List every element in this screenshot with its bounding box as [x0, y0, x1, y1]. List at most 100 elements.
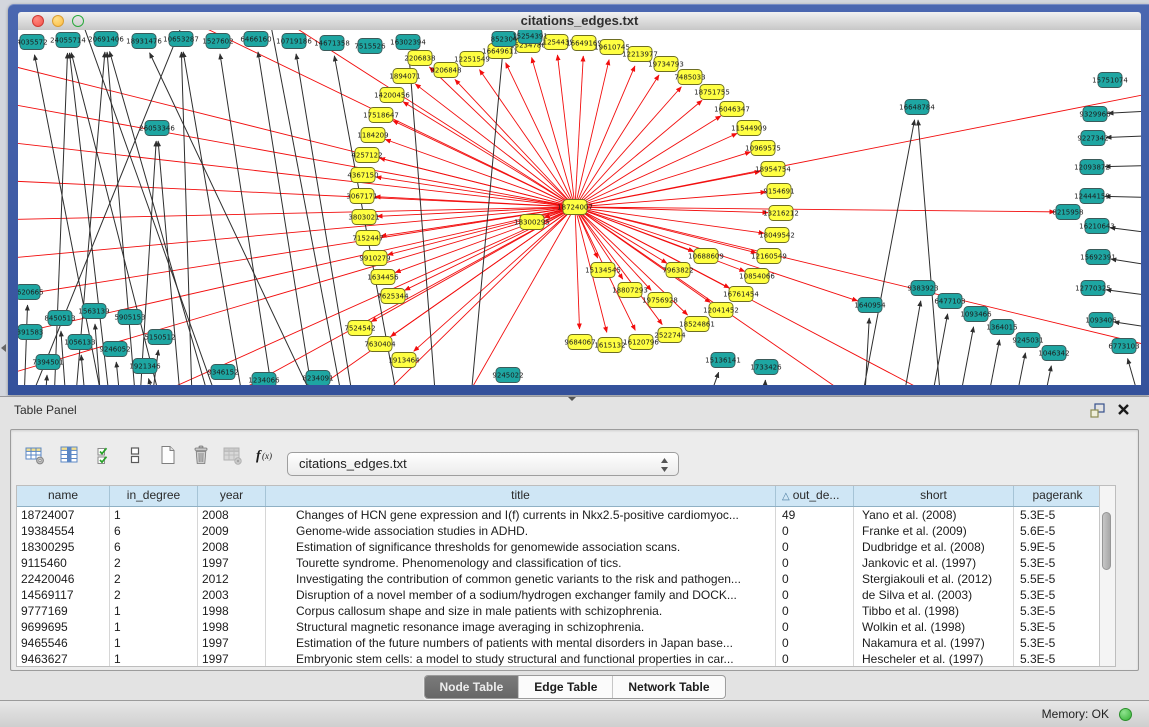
- graph-node[interactable]: 9684067: [564, 335, 595, 350]
- graph-node[interactable]: 1093406: [1085, 313, 1117, 328]
- graph-node[interactable]: 8450513: [44, 311, 75, 326]
- table-row[interactable]: 1872400712008Changes of HCN gene express…: [17, 507, 1115, 523]
- graph-edge[interactable]: [18, 207, 575, 260]
- float-panel-icon[interactable]: [1089, 403, 1107, 419]
- graph-node[interactable]: 9329966: [1079, 107, 1111, 122]
- graph-node[interactable]: 1921346: [129, 359, 161, 374]
- selection-mode-icon[interactable]: [89, 440, 121, 470]
- graph-node[interactable]: 2522744: [654, 328, 686, 343]
- graph-node[interactable]: 1634456: [367, 270, 399, 285]
- graph-node[interactable]: 12041452: [703, 303, 739, 318]
- tab-node-table[interactable]: Node Table: [424, 676, 518, 698]
- graph-node[interactable]: 13216212: [763, 206, 799, 221]
- graph-node[interactable]: 1563139: [78, 304, 109, 319]
- graph-node[interactable]: 18049542: [759, 228, 795, 243]
- graph-edge[interactable]: [268, 30, 348, 385]
- graph-edge[interactable]: [415, 84, 575, 207]
- graph-node[interactable]: 1234066: [248, 373, 280, 386]
- graph-node[interactable]: 1894071: [389, 69, 420, 84]
- graph-node[interactable]: 1184209: [357, 128, 388, 143]
- graph-node[interactable]: 3803021: [348, 210, 379, 225]
- graph-node[interactable]: 5905153: [114, 310, 145, 325]
- graph-node[interactable]: 20691406: [88, 32, 124, 47]
- graph-edge[interactable]: [575, 207, 580, 329]
- graph-node[interactable]: 10854066: [739, 269, 775, 284]
- table-row[interactable]: 1938455462009Genome-wide association stu…: [17, 523, 1115, 539]
- graph-node[interactable]: 1733426: [750, 360, 782, 375]
- graph-edge[interactable]: [1114, 322, 1141, 330]
- table-mode-icon[interactable]: [19, 440, 51, 470]
- function-builder-icon[interactable]: f (x): [251, 440, 283, 470]
- graph-edge[interactable]: [575, 152, 751, 207]
- graph-edge[interactable]: [1106, 135, 1141, 137]
- graph-node[interactable]: 18931476: [126, 34, 162, 49]
- graph-node[interactable]: 9346152: [207, 365, 238, 380]
- graph-node[interactable]: 19734793: [648, 57, 684, 72]
- graph-edge[interactable]: [455, 79, 575, 207]
- graph-node[interactable]: 18751755: [694, 85, 730, 100]
- table-scrollbar[interactable]: [1099, 486, 1115, 666]
- graph-node[interactable]: 1093466: [960, 307, 992, 322]
- graph-edge[interactable]: [982, 340, 1000, 385]
- graph-edge[interactable]: [1105, 196, 1141, 198]
- graph-edge[interactable]: [183, 52, 248, 385]
- graph-node[interactable]: 24055714: [50, 33, 86, 48]
- graph-node[interactable]: 10653287: [163, 32, 199, 47]
- graph-node[interactable]: 1364015: [986, 320, 1017, 335]
- graph-edge[interactable]: [116, 362, 123, 385]
- window-titlebar[interactable]: citations_edges.txt: [18, 12, 1141, 31]
- graph-node[interactable]: 7152447: [352, 231, 383, 246]
- graph-node[interactable]: 15692391: [1080, 250, 1116, 265]
- graph-edge[interactable]: [150, 53, 328, 385]
- graph-node[interactable]: 12770325: [1075, 281, 1111, 296]
- graph-edge[interactable]: [448, 207, 575, 385]
- graph-node[interactable]: 6477103: [934, 294, 965, 309]
- graph-edge[interactable]: [1108, 110, 1141, 113]
- graph-node[interactable]: 9246052: [99, 342, 130, 357]
- graph-node[interactable]: 9910279: [359, 251, 390, 266]
- graph-node[interactable]: 12444159: [1074, 189, 1110, 204]
- graph-node[interactable]: 15134545: [585, 263, 621, 278]
- graph-edge[interactable]: [81, 355, 88, 385]
- graph-node[interactable]: 391583: [18, 325, 43, 340]
- graph-node[interactable]: 6773103: [1108, 339, 1139, 354]
- graph-node[interactable]: 8215958: [1052, 205, 1083, 220]
- column-header-pagerank[interactable]: pagerank: [1014, 486, 1102, 506]
- graph-node[interactable]: 7963822: [662, 263, 693, 278]
- memory-ok-indicator-icon[interactable]: [1119, 708, 1132, 721]
- graph-edge[interactable]: [1128, 358, 1141, 385]
- graph-node[interactable]: 9383923: [907, 281, 938, 296]
- graph-edge[interactable]: [18, 207, 575, 300]
- graph-node[interactable]: 16761454: [723, 287, 759, 302]
- column-header-title[interactable]: title: [266, 486, 776, 506]
- graph-edge[interactable]: [1038, 366, 1051, 385]
- graph-edge[interactable]: [863, 318, 869, 385]
- graph-node[interactable]: 3067171: [346, 189, 377, 204]
- graph-edge[interactable]: [53, 53, 68, 385]
- row-height-icon[interactable]: [119, 440, 151, 470]
- column-header-short[interactable]: short: [854, 486, 1014, 506]
- graph-node[interactable]: 14200456: [374, 88, 410, 103]
- graph-edge[interactable]: [856, 120, 915, 385]
- graph-edge[interactable]: [23, 305, 28, 385]
- graph-edge[interactable]: [918, 120, 943, 385]
- graph-edge[interactable]: [258, 52, 318, 385]
- graph-edge[interactable]: [18, 207, 575, 220]
- split-divider-grip-icon[interactable]: [568, 397, 576, 401]
- graph-node[interactable]: 5150512: [144, 330, 175, 345]
- graph-node[interactable]: 15136141: [705, 353, 741, 368]
- table-row[interactable]: 946554611997Estimation of the future num…: [17, 635, 1115, 651]
- graph-edge[interactable]: [575, 207, 764, 233]
- graph-edge[interactable]: [1010, 353, 1025, 385]
- graph-edge[interactable]: [107, 52, 138, 385]
- column-header-year[interactable]: year: [198, 486, 266, 506]
- collapse-panel-grip-icon[interactable]: [1, 344, 6, 352]
- column-header-out-degree[interactable]: △out_de...: [776, 486, 854, 506]
- graph-node[interactable]: 8234091: [302, 371, 333, 386]
- graph-node[interactable]: 1615132: [594, 338, 625, 353]
- graph-edge[interactable]: [763, 380, 765, 385]
- graph-node[interactable]: 9245022: [492, 368, 523, 383]
- graph-edge[interactable]: [557, 55, 575, 207]
- graph-edge[interactable]: [954, 327, 974, 385]
- table-row[interactable]: 2242004622012Investigating the contribut…: [17, 571, 1115, 587]
